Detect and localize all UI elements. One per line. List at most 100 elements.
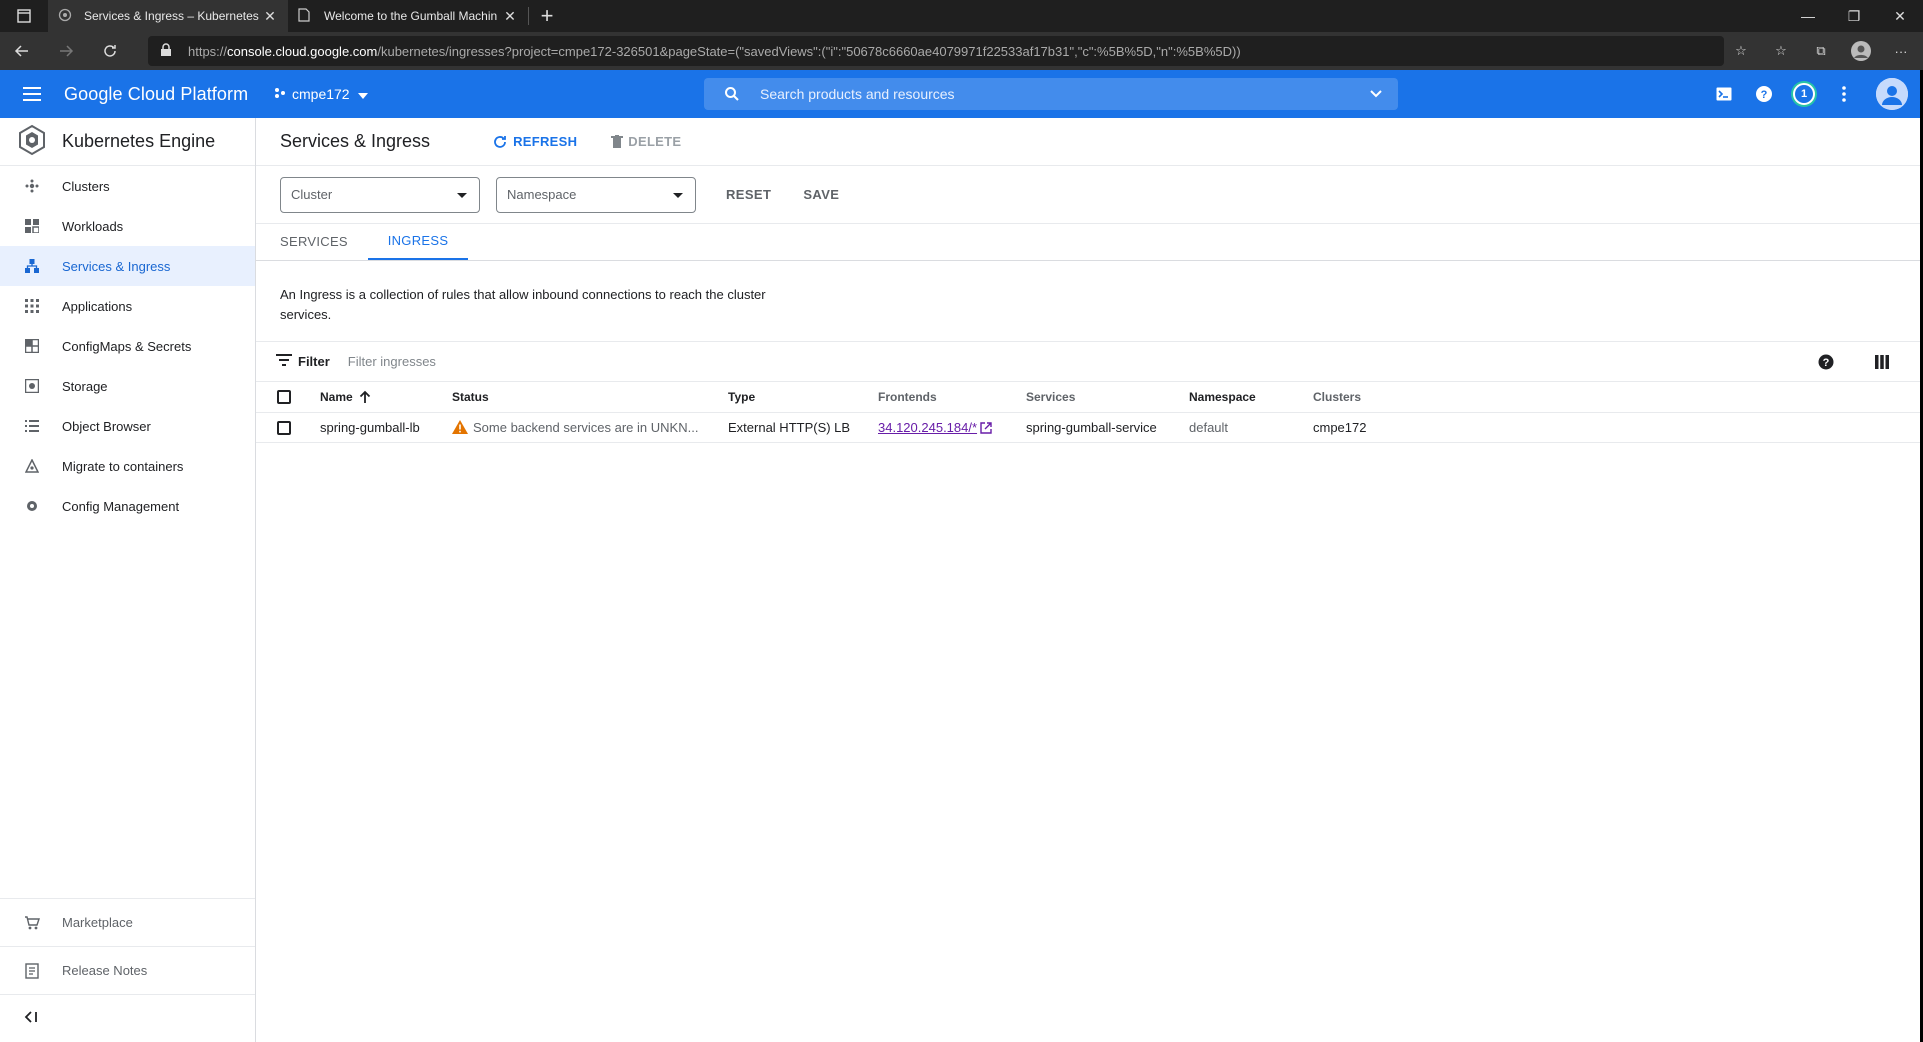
sidebar-item-applications[interactable]: Applications xyxy=(0,286,255,326)
sidebar-bottom: Marketplace Release Notes xyxy=(0,898,255,1042)
gcp-title[interactable]: Google Cloud Platform xyxy=(64,84,274,105)
table-toolbar-actions: ? xyxy=(1798,342,1910,382)
sidebar-item-config-management[interactable]: Config Management xyxy=(0,486,255,526)
sidebar-item-workloads[interactable]: Workloads xyxy=(0,206,255,246)
minimize-icon[interactable]: — xyxy=(1785,0,1831,32)
avatar-icon xyxy=(1876,78,1908,110)
collections-icon[interactable]: ⧉ xyxy=(1799,32,1843,70)
tab-title: Welcome to the Gumball Machin xyxy=(324,9,498,23)
window-controls: — ❐ ✕ xyxy=(1785,0,1923,32)
refresh-button[interactable]: REFRESH xyxy=(492,134,577,150)
sidebar-item-label: Storage xyxy=(62,378,108,394)
column-label: Name xyxy=(320,389,353,404)
column-label: Clusters xyxy=(1313,389,1362,404)
browser-tab-bar: Services & Ingress – Kubernetes ✕ Welcom… xyxy=(0,0,1923,32)
column-label: Frontends xyxy=(878,389,937,404)
row-checkbox[interactable] xyxy=(277,420,291,435)
product-title: Kubernetes Engine xyxy=(62,131,216,151)
sidebar-item-services-ingress[interactable]: Services & Ingress xyxy=(0,246,255,286)
sidebar-item-label: Object Browser xyxy=(62,418,151,434)
project-picker[interactable]: cmpe172 xyxy=(274,86,368,102)
account-avatar[interactable] xyxy=(1864,70,1920,118)
reset-button[interactable]: RESET xyxy=(726,187,771,202)
column-header-clusters[interactable]: Clusters xyxy=(1313,382,1920,413)
hamburger-menu-icon[interactable] xyxy=(0,70,64,118)
storage-icon xyxy=(24,378,40,394)
sidebar-item-object-browser[interactable]: Object Browser xyxy=(0,406,255,446)
table-header-row: Name Status Type Frontends Services Name… xyxy=(256,382,1920,413)
column-header-name[interactable]: Name xyxy=(320,382,452,413)
cloud-shell-icon[interactable] xyxy=(1704,70,1744,118)
description-text: An Ingress is a collection of rules that… xyxy=(280,287,766,322)
filter-label: Filter xyxy=(298,354,330,369)
sidebar-item-marketplace[interactable]: Marketplace xyxy=(0,898,255,946)
sidebar-item-storage[interactable]: Storage xyxy=(0,366,255,406)
reload-icon[interactable] xyxy=(88,32,132,70)
filter-icon[interactable] xyxy=(276,354,292,369)
close-tab-icon[interactable]: ✕ xyxy=(262,8,278,25)
select-all-cell xyxy=(256,382,320,413)
object-browser-icon xyxy=(24,418,40,434)
notifications-button[interactable]: 1 xyxy=(1784,70,1824,118)
services-link[interactable]: spring-gumball-service xyxy=(1026,412,1189,443)
help-icon[interactable]: ? xyxy=(1744,70,1784,118)
select-all-checkbox[interactable] xyxy=(277,390,291,405)
browser-tab-services-ingress[interactable]: Services & Ingress – Kubernetes ✕ xyxy=(48,0,288,32)
address-bar[interactable]: https://console.cloud.google.com/kuberne… xyxy=(148,36,1724,66)
browser-menu-icon[interactable]: ··· xyxy=(1879,32,1923,70)
caret-down-icon xyxy=(673,192,683,198)
clusters-link[interactable]: cmpe172 xyxy=(1313,412,1920,443)
tab-actions-icon[interactable] xyxy=(0,0,48,32)
table-toolbar: Filter Filter ingresses ? xyxy=(256,342,1920,382)
app-area: Kubernetes Engine Clusters Workloads Ser… xyxy=(0,118,1920,1042)
forward-icon[interactable] xyxy=(44,32,88,70)
tab-services[interactable]: SERVICES xyxy=(280,223,368,260)
column-header-namespace[interactable]: Namespace xyxy=(1189,382,1313,413)
table-help-icon[interactable]: ? xyxy=(1798,354,1854,370)
favorites-icon[interactable]: ☆ xyxy=(1759,32,1803,70)
back-icon[interactable] xyxy=(0,32,44,70)
sidebar-item-label: Applications xyxy=(62,298,133,314)
profile-icon[interactable] xyxy=(1839,32,1883,70)
frontend-link[interactable]: 34.120.245.184/* xyxy=(878,420,977,435)
sidebar-item-release-notes[interactable]: Release Notes xyxy=(0,946,255,994)
restore-icon[interactable]: ❐ xyxy=(1831,0,1877,32)
column-header-status[interactable]: Status xyxy=(452,382,728,413)
more-vert-icon[interactable] xyxy=(1824,70,1864,118)
sidebar-item-label: Marketplace xyxy=(62,915,133,930)
column-header-frontends[interactable]: Frontends xyxy=(878,382,1026,413)
ingress-name-link[interactable]: spring-gumball-lb xyxy=(320,412,452,443)
sidebar-item-configmaps-secrets[interactable]: ConfigMaps & Secrets xyxy=(0,326,255,366)
new-tab-icon[interactable]: + xyxy=(529,0,565,32)
sidebar: Kubernetes Engine Clusters Workloads Ser… xyxy=(0,118,256,1042)
tab-ingress[interactable]: INGRESS xyxy=(368,223,468,260)
column-header-type[interactable]: Type xyxy=(728,382,878,413)
close-tab-icon[interactable]: ✕ xyxy=(502,8,518,25)
refresh-icon xyxy=(494,135,506,148)
page-title: Services & Ingress xyxy=(280,131,431,151)
chevron-down-icon xyxy=(357,86,368,102)
cluster-select[interactable]: Cluster xyxy=(280,176,480,213)
filter-input[interactable]: Filter ingresses xyxy=(348,354,436,369)
sidebar-item-clusters[interactable]: Clusters xyxy=(0,166,255,206)
search-bar[interactable]: Search products and resources xyxy=(704,78,1398,110)
lock-icon[interactable] xyxy=(160,43,172,60)
search-icon xyxy=(724,86,740,105)
sidebar-nav: Clusters Workloads Services & Ingress Ap… xyxy=(0,166,255,526)
browser-tab-gumball[interactable]: Welcome to the Gumball Machin ✕ xyxy=(288,0,528,32)
save-button[interactable]: SAVE xyxy=(803,187,839,202)
column-header-services[interactable]: Services xyxy=(1026,382,1189,413)
namespace-select[interactable]: Namespace xyxy=(496,176,696,213)
column-display-icon[interactable] xyxy=(1854,355,1910,369)
sidebar-item-label: Clusters xyxy=(62,178,110,194)
type-cell: External HTTP(S) LB xyxy=(728,412,878,443)
table-row[interactable]: spring-gumball-lb Some backend services … xyxy=(256,412,1920,443)
collapse-sidebar-button[interactable] xyxy=(0,994,255,1042)
expand-search-icon[interactable] xyxy=(1368,85,1384,104)
gcp-header: Google Cloud Platform cmpe172 Search pro… xyxy=(0,70,1920,118)
add-favorite-icon[interactable]: ☆ xyxy=(1719,32,1763,70)
sidebar-item-label: Services & Ingress xyxy=(62,258,171,274)
delete-button[interactable]: DELETE xyxy=(611,134,681,149)
sidebar-item-migrate-to-containers[interactable]: Migrate to containers xyxy=(0,446,255,486)
close-window-icon[interactable]: ✕ xyxy=(1877,0,1923,32)
